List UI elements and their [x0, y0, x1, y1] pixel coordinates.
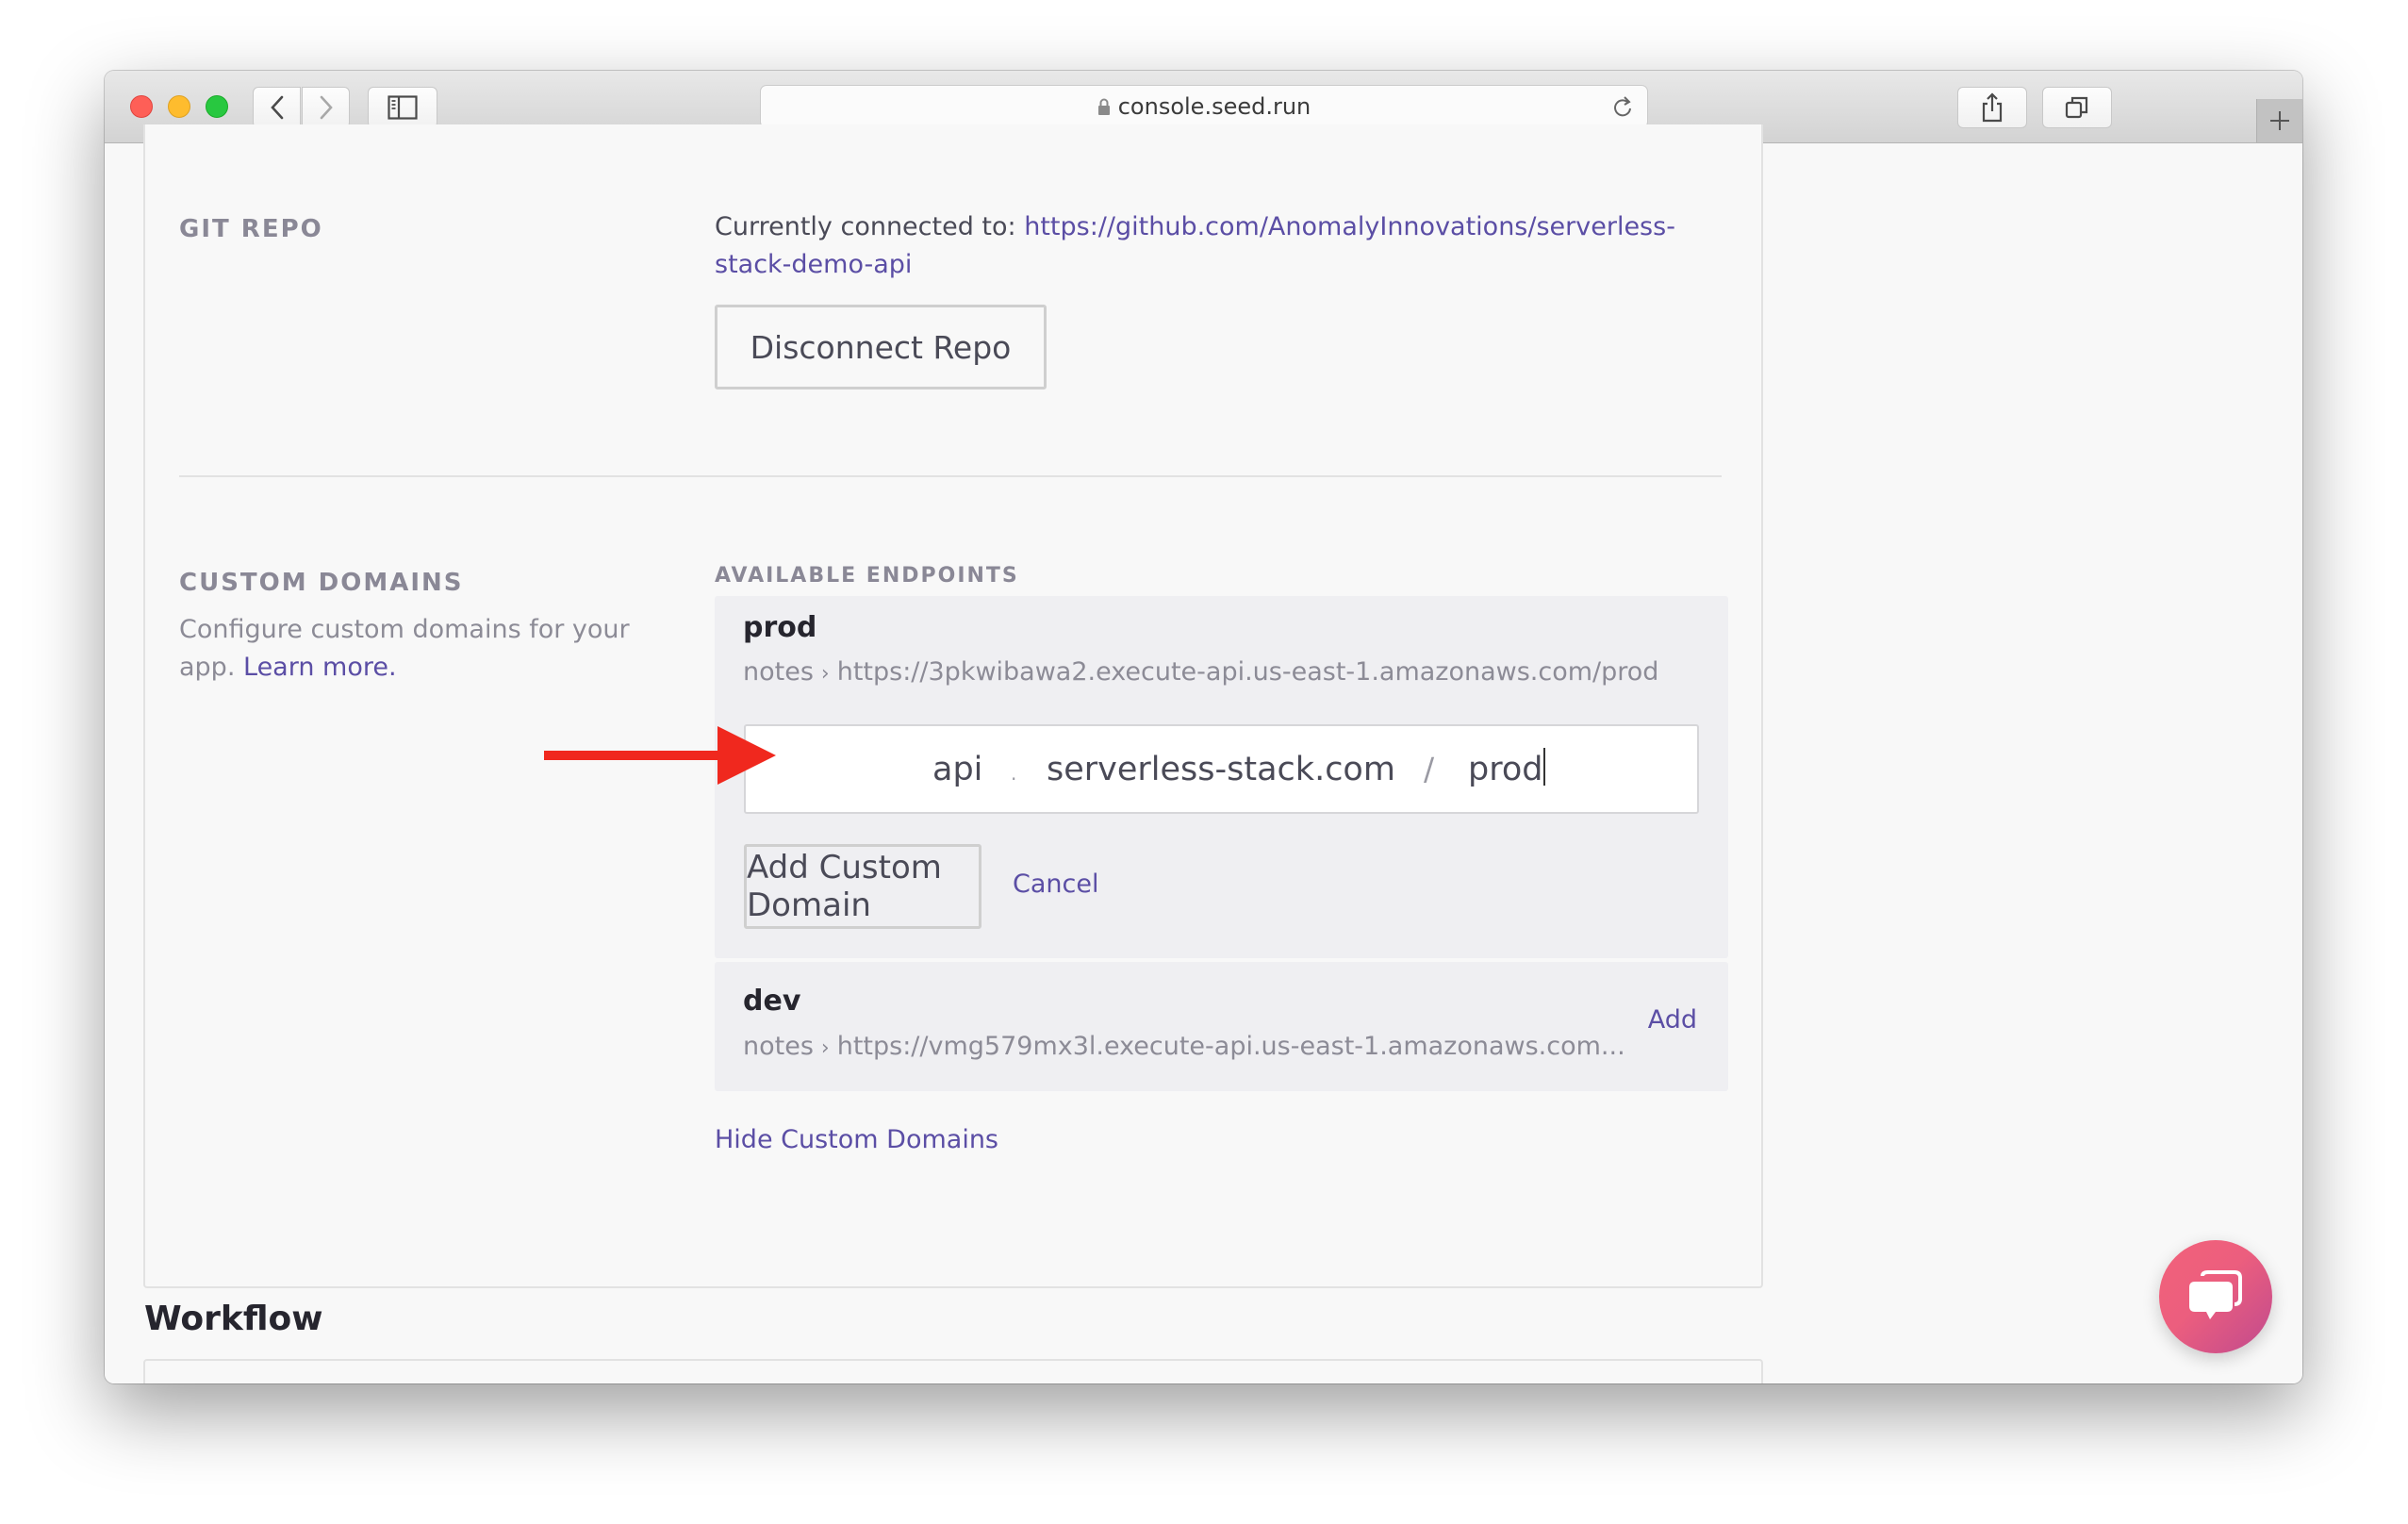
sidebar-icon — [388, 95, 418, 120]
page-content: GIT REPO Currently connected to: https:/… — [105, 124, 2302, 1383]
annotation-arrow-icon — [544, 726, 776, 785]
address-text: console.seed.run — [1117, 93, 1311, 120]
connected-prefix: Currently connected to: — [715, 212, 1025, 241]
reload-icon[interactable] — [1611, 94, 1634, 121]
workflow-card — [143, 1359, 1763, 1383]
endpoint-path: notes › https://vmg579mx3l.execute-api.us-… — [743, 1032, 1625, 1061]
cancel-link[interactable]: Cancel — [1013, 870, 1098, 899]
text-cursor — [1543, 748, 1546, 786]
address-bar[interactable]: console.seed.run — [760, 85, 1648, 128]
subdomain-input[interactable]: api — [932, 747, 982, 792]
git-repo-label: GIT REPO — [179, 215, 323, 243]
disconnect-repo-button[interactable]: Disconnect Repo — [715, 305, 1047, 389]
plus-icon — [2270, 111, 2289, 130]
chat-bubbles-icon — [2189, 1270, 2242, 1319]
domain-select[interactable]: serverless-stack.com — [1047, 747, 1395, 792]
back-button[interactable] — [253, 87, 301, 128]
share-icon — [1982, 92, 2003, 123]
chevron-right-icon — [320, 95, 333, 120]
custom-domains-label: CUSTOM DOMAINS — [179, 569, 464, 597]
share-button[interactable] — [1957, 87, 2027, 128]
endpoint-stage: prod — [743, 611, 817, 644]
close-window-button[interactable] — [130, 95, 153, 118]
endpoint-panel-dev: dev notes › https://vmg579mx3l.execute-api… — [715, 962, 1728, 1091]
workflow-heading: Workflow — [144, 1300, 323, 1338]
dot-separator: . — [1011, 762, 1017, 785]
custom-domain-form: api . serverless-stack.com / prod — [744, 724, 1699, 814]
section-divider — [179, 475, 1722, 477]
lock-icon — [1097, 98, 1110, 115]
tabs-overview-icon — [2065, 96, 2088, 119]
git-repo-connection: Currently connected to: https://github.c… — [715, 208, 1733, 284]
tabs-overview-button[interactable] — [2042, 87, 2112, 128]
chevron-right-icon: › — [820, 1036, 830, 1060]
repo-url-link[interactable]: https://github.com/AnomalyInnovations/se… — [1024, 212, 1675, 241]
sidebar-toggle-button[interactable] — [368, 87, 437, 128]
add-custom-domain-button[interactable]: Add Custom Domain — [744, 844, 981, 929]
learn-more-link[interactable]: Learn more. — [243, 653, 397, 682]
slash-separator: / — [1424, 751, 1435, 787]
chevron-left-icon — [270, 95, 283, 120]
new-tab-button[interactable] — [2256, 99, 2302, 142]
browser-window: console.seed.run GIT REPO Currently conn… — [105, 71, 2302, 1383]
add-domain-link-dev[interactable]: Add — [1648, 1005, 1697, 1035]
zoom-window-button[interactable] — [206, 95, 228, 118]
hide-custom-domains-link[interactable]: Hide Custom Domains — [715, 1125, 998, 1154]
base-path-input[interactable]: prod — [1468, 747, 1546, 792]
minimize-window-button[interactable] — [168, 95, 190, 118]
chat-widget-button[interactable] — [2159, 1240, 2272, 1353]
available-endpoints-label: AVAILABLE ENDPOINTS — [715, 564, 1019, 588]
chevron-right-icon: › — [820, 662, 830, 686]
forward-button[interactable] — [302, 87, 350, 128]
endpoint-path: notes › https://3pkwibawa2.execute-api.us-… — [743, 657, 1659, 687]
repo-url-link-continued[interactable]: stack-demo-api — [715, 250, 912, 279]
custom-domains-description: Configure custom domains for your app. L… — [179, 615, 630, 682]
endpoint-stage: dev — [743, 985, 801, 1018]
